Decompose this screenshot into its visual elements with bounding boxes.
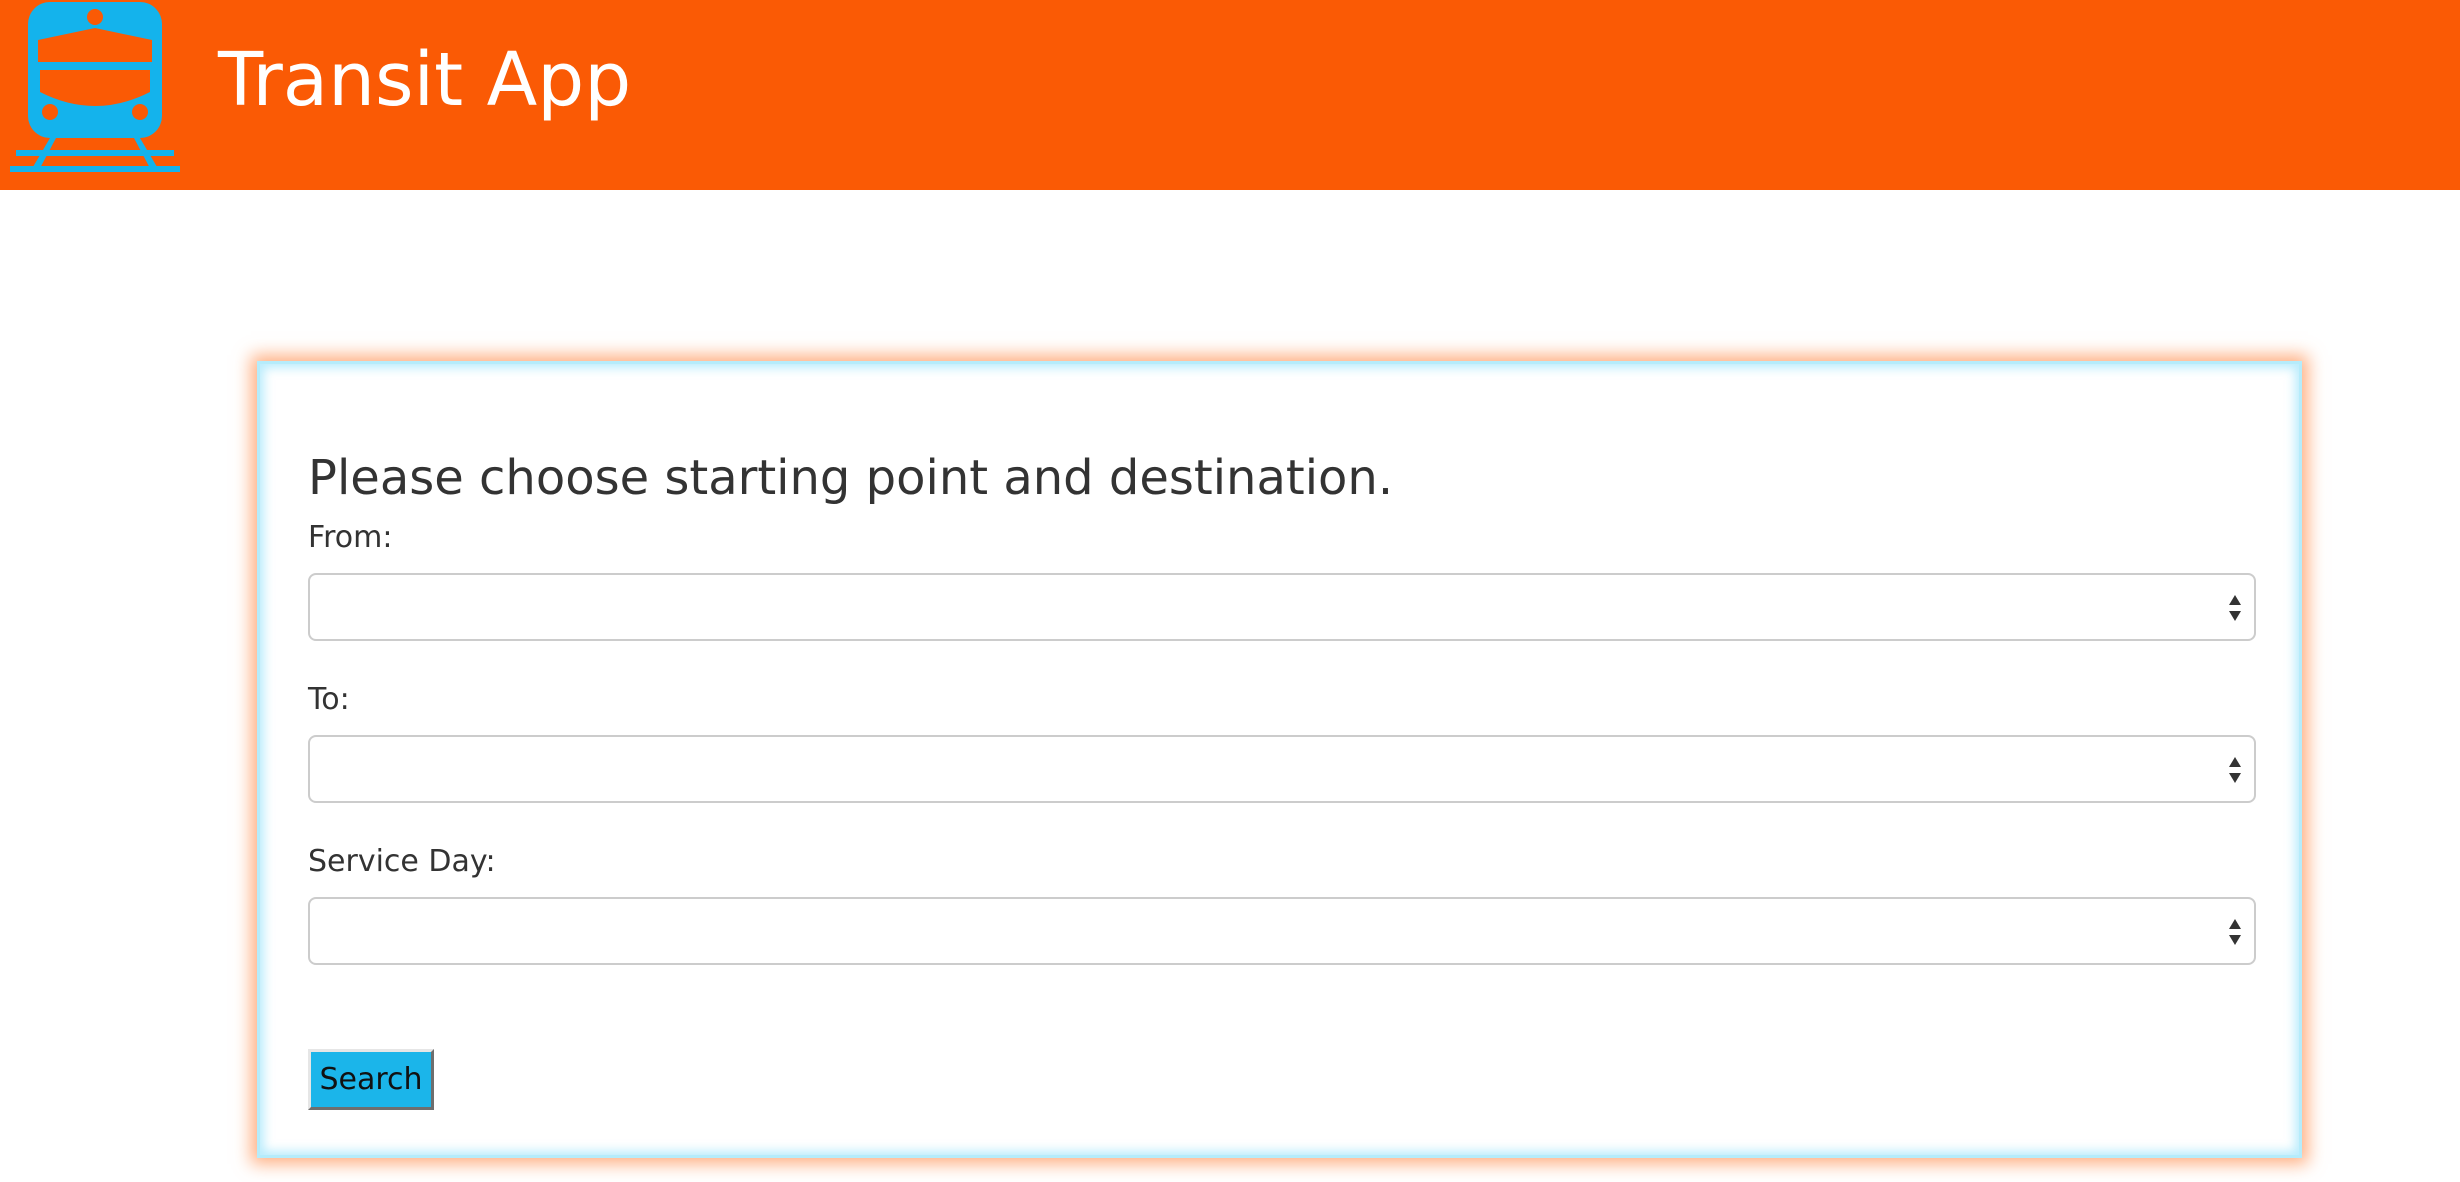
service-day-select-container — [308, 897, 2256, 965]
from-label: From: — [308, 520, 393, 555]
train-icon — [10, 2, 180, 172]
search-button[interactable]: Search — [308, 1049, 434, 1110]
route-search-form: Please choose starting point and destina… — [257, 361, 2302, 1158]
app-title: Transit App — [218, 37, 632, 123]
service-day-label: Service Day: — [308, 844, 496, 879]
to-select[interactable] — [310, 737, 2254, 801]
from-select[interactable] — [310, 575, 2254, 639]
to-select-container — [308, 735, 2256, 803]
from-select-container — [308, 573, 2256, 641]
app-header: Transit App — [0, 0, 2460, 190]
service-day-select[interactable] — [310, 899, 2254, 963]
to-label: To: — [308, 682, 350, 717]
form-prompt: Please choose starting point and destina… — [308, 450, 1394, 506]
